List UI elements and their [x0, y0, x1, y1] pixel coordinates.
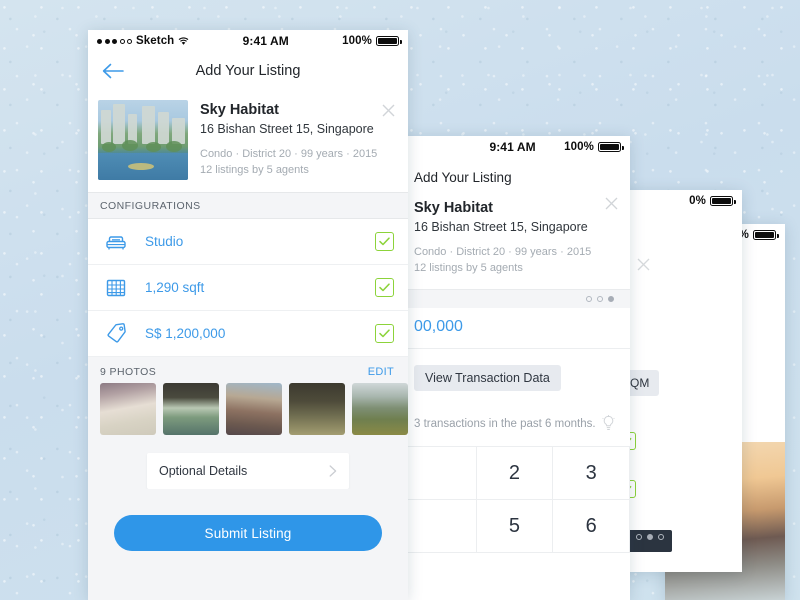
close-icon[interactable] — [637, 258, 650, 271]
page-dot[interactable] — [636, 534, 642, 540]
config-checkbox-studio[interactable] — [375, 232, 394, 251]
check-icon — [379, 329, 390, 338]
config-row-price[interactable]: S$ 1,200,000 — [88, 311, 408, 357]
configurations-header: CONFIGURATIONS — [88, 192, 408, 219]
screen2-battery-group: 100% — [564, 141, 624, 153]
photo-thumbnail[interactable] — [352, 383, 408, 435]
photos-edit-button[interactable]: EDIT — [368, 366, 394, 378]
bed-icon — [104, 230, 128, 254]
photo-strip[interactable] — [88, 383, 408, 445]
transaction-chip-row: View Transaction Data — [400, 349, 630, 406]
config-checkbox-price[interactable] — [375, 324, 394, 343]
keypad-key-blank1[interactable] — [400, 447, 477, 501]
listing-meta-line2: 12 listings by 5 agents — [414, 262, 523, 275]
optional-details-row[interactable]: Optional Details — [147, 453, 349, 489]
signal-dots-icon — [97, 38, 132, 44]
battery-icon — [710, 196, 736, 206]
screen2-statusbar: 9:41 AM 100% — [400, 136, 630, 158]
carrier-name: Sketch — [136, 35, 175, 47]
price-tag-icon — [104, 322, 128, 346]
listing-info: Sky Habitat 16 Bishan Street 15, Singapo… — [188, 100, 396, 180]
submit-listing-button[interactable]: Submit Listing — [114, 515, 382, 551]
battery-percent: 100% — [342, 35, 372, 47]
listing-meta-line1: Condo · District 20 · 99 years · 2015 — [200, 148, 378, 161]
config-label-studio: Studio — [145, 234, 184, 249]
submit-wrap: Submit Listing — [88, 489, 408, 551]
keypad-key-blank2[interactable] — [400, 500, 477, 554]
page-dot-active[interactable] — [608, 296, 614, 303]
keypad-key-2[interactable]: 2 — [476, 447, 554, 501]
keypad-key-5[interactable]: 5 — [476, 500, 554, 554]
screen3-battery-percent: 0% — [689, 195, 706, 207]
listing-title: Sky Habitat — [200, 102, 279, 118]
optional-details-label: Optional Details — [159, 464, 248, 478]
photos-count-label: 9 PHOTOS — [100, 366, 157, 378]
check-icon — [379, 237, 390, 246]
listing-address: 16 Bishan Street 15, Singapore — [414, 220, 588, 235]
screen3-statusbar: 0% — [622, 190, 742, 212]
battery-icon — [753, 230, 779, 240]
numeric-keypad: 2 3 5 6 — [400, 446, 630, 554]
listing-address: 16 Bishan Street 15, Singapore — [200, 122, 374, 137]
battery-icon — [598, 142, 624, 152]
config-row-studio[interactable]: Studio — [88, 219, 408, 265]
page-title: Add Your Listing — [195, 63, 301, 79]
photo-thumbnail[interactable] — [226, 383, 282, 435]
battery-icon — [376, 36, 402, 46]
arrow-left-icon[interactable] — [102, 63, 124, 79]
screen2-listing-card: Sky Habitat 16 Bishan Street 15, Singapo… — [400, 195, 630, 289]
screen2-page-title: Add Your Listing — [414, 170, 512, 185]
screen2-battery-percent: 100% — [564, 141, 594, 153]
phone-screen-1: Sketch 9:41 AM 100% Add Your Listing Sky… — [88, 30, 408, 600]
listing-meta-line2: 12 listings by 5 agents — [200, 164, 309, 177]
lightbulb-icon — [602, 415, 615, 431]
wifi-icon — [178, 36, 189, 45]
keypad-key-3[interactable]: 3 — [553, 447, 630, 501]
statusbar: Sketch 9:41 AM 100% — [88, 30, 408, 52]
statusbar-right: 100% — [342, 35, 402, 47]
config-checkbox-area[interactable] — [375, 278, 394, 297]
navigation-bar: Add Your Listing — [88, 52, 408, 90]
listing-meta-line1: Condo · District 20 · 99 years · 2015 — [414, 246, 592, 259]
page-dot[interactable] — [586, 296, 592, 303]
screen3-battery-group: 0% — [689, 195, 736, 207]
screen4-battery-group: % — [739, 229, 779, 241]
close-icon[interactable] — [605, 197, 618, 210]
keypad-key-6[interactable]: 6 — [553, 500, 630, 554]
page-dot[interactable] — [658, 534, 664, 540]
floorplan-grid-icon — [104, 276, 128, 300]
photos-bar: 9 PHOTOS EDIT — [88, 357, 408, 383]
screen3-page-dots — [622, 528, 742, 546]
price-value-partial: 00,000 — [400, 308, 630, 350]
transactions-summary-row: 3 transactions in the past 6 months. — [400, 405, 630, 447]
phone-screen-3: 0% SQM — [622, 190, 742, 572]
check-icon — [379, 283, 390, 292]
chevron-right-icon — [329, 465, 337, 477]
listing-title: Sky Habitat — [414, 200, 493, 216]
config-label-price: S$ 1,200,000 — [145, 326, 226, 341]
listing-card: Sky Habitat 16 Bishan Street 15, Singapo… — [88, 90, 408, 192]
screen2-time: 9:41 AM — [489, 140, 536, 154]
photo-thumbnail[interactable] — [163, 383, 219, 435]
photo-thumbnail[interactable] — [289, 383, 345, 435]
page-dot[interactable] — [597, 296, 603, 303]
optional-details-wrap: Optional Details — [88, 445, 408, 489]
listing-meta: Condo · District 20 · 99 years · 2015 12… — [200, 147, 396, 179]
config-row-area[interactable]: 1,290 sqft — [88, 265, 408, 311]
statusbar-left: Sketch — [97, 35, 189, 47]
screen1-filler — [88, 551, 408, 600]
page-dot-active[interactable] — [647, 534, 653, 540]
close-icon[interactable] — [382, 104, 395, 117]
listing-meta: Condo · District 20 · 99 years · 2015 12… — [414, 245, 616, 277]
phone-screen-2: 9:41 AM 100% Add Your Listing Sky Habita… — [400, 136, 630, 600]
transactions-summary-text: 3 transactions in the past 6 months. — [414, 417, 596, 430]
photo-thumbnail[interactable] — [100, 383, 156, 435]
config-label-area: 1,290 sqft — [145, 280, 205, 295]
view-transaction-data-chip[interactable]: View Transaction Data — [414, 365, 561, 392]
statusbar-time: 9:41 AM — [242, 34, 289, 48]
screen2-page-dots — [400, 289, 630, 309]
listing-photo — [98, 100, 188, 180]
